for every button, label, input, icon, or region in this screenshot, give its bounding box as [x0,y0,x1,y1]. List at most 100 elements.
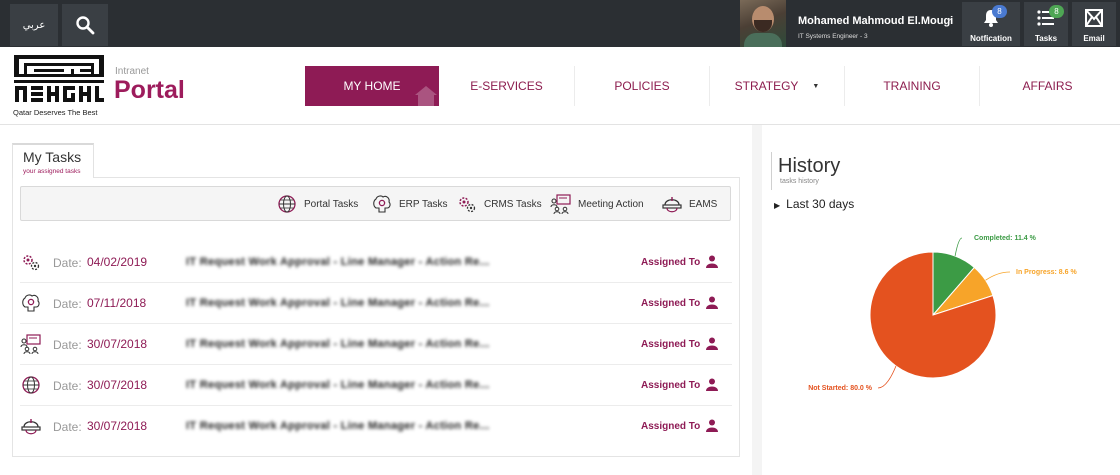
notification-button[interactable]: 8 Notfication [962,2,1020,46]
pie-label-connector [954,237,963,257]
tab-title: My Tasks [23,149,82,165]
task-date: 04/02/2019 [87,255,148,269]
task-date: 30/07/2018 [87,337,148,351]
chevron-down-icon[interactable]: ⌄ [945,13,953,24]
nav-label: STRATEGY [734,79,799,93]
nav-strategy[interactable]: STRATEGY ▼ [710,66,845,106]
filter-label: ERP Tasks [399,198,448,210]
nav-label: E-SERVICES [470,79,543,93]
assigned-to-label: Assigned To [641,421,701,432]
globe-gear-icon [22,376,40,394]
filter-label: Portal Tasks [304,198,359,210]
history-panel: History tasks history ▶ Last 30 days Comp… [762,125,1120,475]
tab-my-tasks[interactable]: My Tasks your assigned tasks [12,143,94,178]
pie-label-connector [877,365,897,389]
filter-portal-tasks[interactable]: Portal Tasks [276,193,358,215]
nav-label: MY HOME [343,79,401,93]
history-range-label: Last 30 days [786,197,855,211]
filter-erp-tasks[interactable]: ERP Tasks [371,193,448,215]
meeting-icon [20,334,41,355]
language-button[interactable]: عربي [10,4,58,46]
tasks-button[interactable]: 8 Tasks [1024,2,1068,46]
user-icon[interactable] [706,378,718,391]
assigned-to-label: Assigned To [641,257,701,268]
user-menu[interactable]: Mohamed Mahmoud El.Mougi ⌄ IT Systems En… [740,0,960,47]
search-icon [76,16,95,35]
pie-label-not-started: Not Started: 80.0 % [808,385,873,392]
globe-gear-icon [278,195,296,213]
my-tasks-panel: My Tasks your assigned tasks Portal Task… [0,125,752,475]
task-title[interactable]: IT Request Work Approval - Line Manager … [186,256,490,268]
email-icon [1085,9,1103,27]
task-row[interactable]: Date: 30/07/2018 IT Request Work Approva… [20,406,732,447]
date-label: Date: [53,379,82,393]
task-title[interactable]: IT Request Work Approval - Line Manager … [186,379,490,391]
task-filter-bar: Portal Tasks ERP Tasks CRMS Tasks Meetin… [20,186,731,221]
email-button[interactable]: Email [1072,2,1116,46]
portal-title[interactable]: Portal [114,76,185,105]
filter-label: EAMS [689,198,718,210]
user-icon[interactable] [706,337,718,350]
ashghal-logo[interactable] [14,55,104,103]
tasks-label: Tasks [1034,34,1058,43]
filter-crms-tasks[interactable]: CRMS Tasks [456,193,542,215]
caret-down-icon: ▼ [812,82,820,90]
task-title[interactable]: IT Request Work Approval - Line Manager … [186,420,490,432]
helmet-icon [662,197,682,213]
email-label: Email [1083,34,1105,43]
history-range-toggle[interactable]: ▶ Last 30 days [774,197,854,211]
task-row[interactable]: Date: 07/11/2018 IT Request Work Approva… [20,283,732,324]
notification-count-badge: 8 [992,5,1007,18]
avatar [740,0,786,47]
meeting-icon [550,194,571,215]
home-icon [415,86,437,106]
brain-gear-icon [373,195,391,213]
nav-e-services[interactable]: E-SERVICES [439,66,575,106]
tab-subtitle: your assigned tasks [23,168,81,175]
pie-label-connector [985,271,1011,281]
assigned-to-label: Assigned To [641,339,701,350]
task-date: 07/11/2018 [87,296,147,310]
pie-label-completed: Completed: 11.4 % [974,235,1037,242]
user-icon[interactable] [706,296,718,309]
history-title: History [778,155,841,177]
nav-label: POLICIES [614,79,670,93]
brain-gear-icon [22,294,40,312]
nav-affairs[interactable]: AFFAIRS [980,66,1115,106]
filter-eams[interactable]: EAMS [661,193,717,215]
task-title[interactable]: IT Request Work Approval - Line Manager … [186,338,490,350]
gears-icon [459,197,476,213]
search-button[interactable] [62,4,108,46]
task-title[interactable]: IT Request Work Approval - Line Manager … [186,297,490,309]
tasks-count-badge: 8 [1049,5,1064,18]
nav-training[interactable]: TRAINING [845,66,980,106]
nav-my-home[interactable]: MY HOME [305,66,439,106]
top-bar: عربي Mohamed Mahmoud El.Mougi ⌄ IT Syste… [0,0,1120,47]
date-label: Date: [53,338,82,352]
notification-label: Notfication [970,34,1012,43]
filter-label: Meeting Action [578,198,644,210]
task-date: 30/07/2018 [87,378,148,392]
user-icon[interactable] [706,255,718,268]
site-header: Qatar Deserves The Best Intranet Portal … [0,47,1120,125]
pie-label-in-progress: In Progress: 8.6 % [1016,269,1077,276]
user-icon[interactable] [706,419,718,432]
nav-label: AFFAIRS [1022,79,1073,93]
date-label: Date: [53,256,82,270]
language-label: عربي [22,19,46,31]
date-label: Date: [53,420,82,434]
history-subtitle: tasks history [780,178,819,185]
gears-icon [23,255,40,271]
filter-label: CRMS Tasks [484,198,542,210]
filter-meeting-action[interactable]: Meeting Action [550,193,644,215]
history-divider [771,152,772,190]
date-label: Date: [53,297,82,311]
task-date: 30/07/2018 [87,419,148,433]
task-row[interactable]: Date: 30/07/2018 IT Request Work Approva… [20,324,732,365]
assigned-to-label: Assigned To [641,298,701,309]
history-pie-chart: Completed: 11.4 % In Progress: 8.6 % Not S… [808,235,1077,392]
task-row[interactable]: Date: 04/02/2019 IT Request Work Approva… [20,242,732,283]
nav-label: TRAINING [883,79,941,93]
task-row[interactable]: Date: 30/07/2018 IT Request Work Approva… [20,365,732,406]
nav-policies[interactable]: POLICIES [575,66,710,106]
